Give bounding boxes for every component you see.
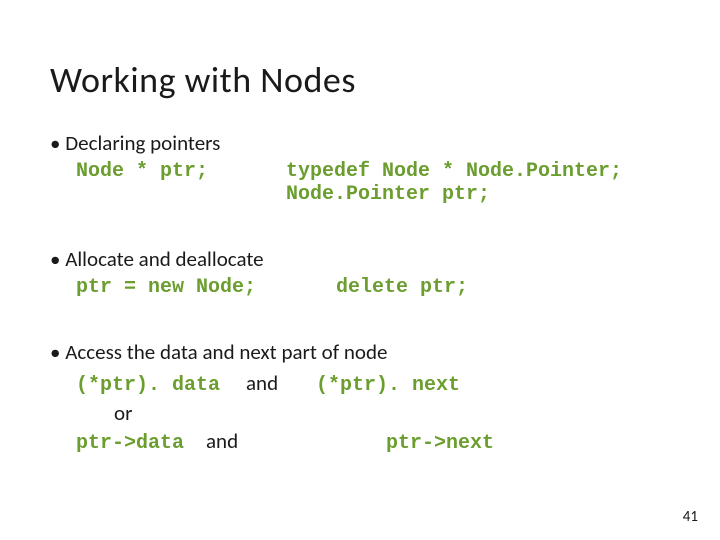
- word-and-2: and: [206, 427, 386, 455]
- slide-title: Working with Nodes: [50, 58, 670, 102]
- code-acc2-right: ptr->next: [386, 430, 494, 457]
- page-number: 41: [683, 508, 698, 526]
- decl-right-col: typedef Node * Node.Pointer; Node.Pointe…: [286, 160, 670, 206]
- code-decl-left: Node * ptr;: [76, 160, 286, 183]
- bullet-declaring: • Declaring pointers: [50, 130, 670, 156]
- decl-left-col: Node * ptr;: [76, 160, 286, 183]
- code-alloc-right: delete ptr;: [336, 276, 468, 299]
- code-decl-right-1: typedef Node * Node.Pointer;: [286, 160, 670, 183]
- bullet-allocate: • Allocate and deallocate: [50, 246, 670, 272]
- alloc-left-col: ptr = new Node;: [76, 276, 336, 299]
- code-acc1-left: (*ptr). data: [76, 372, 246, 399]
- code-acc1-right: (*ptr). next: [316, 372, 460, 399]
- access-line-2: ptr->data and ptr->next: [76, 427, 670, 457]
- slide: Working with Nodes • Declaring pointers …: [0, 0, 720, 540]
- code-acc2-left: ptr->data: [76, 430, 206, 457]
- access-block: (*ptr). data and (*ptr). next or ptr->da…: [76, 369, 670, 457]
- code-alloc-left: ptr = new Node;: [76, 276, 336, 299]
- alloc-right-col: delete ptr;: [336, 276, 468, 299]
- access-line-or: or: [76, 399, 670, 427]
- word-and-1: and: [246, 369, 316, 397]
- word-or: or: [114, 399, 132, 427]
- code-decl-right-2: Node.Pointer ptr;: [286, 183, 670, 206]
- allocate-code-group: ptr = new Node; delete ptr;: [76, 276, 670, 299]
- bullet-access: • Access the data and next part of node: [50, 339, 670, 365]
- declaring-code-group: Node * ptr; typedef Node * Node.Pointer;…: [76, 160, 670, 206]
- access-line-1: (*ptr). data and (*ptr). next: [76, 369, 670, 399]
